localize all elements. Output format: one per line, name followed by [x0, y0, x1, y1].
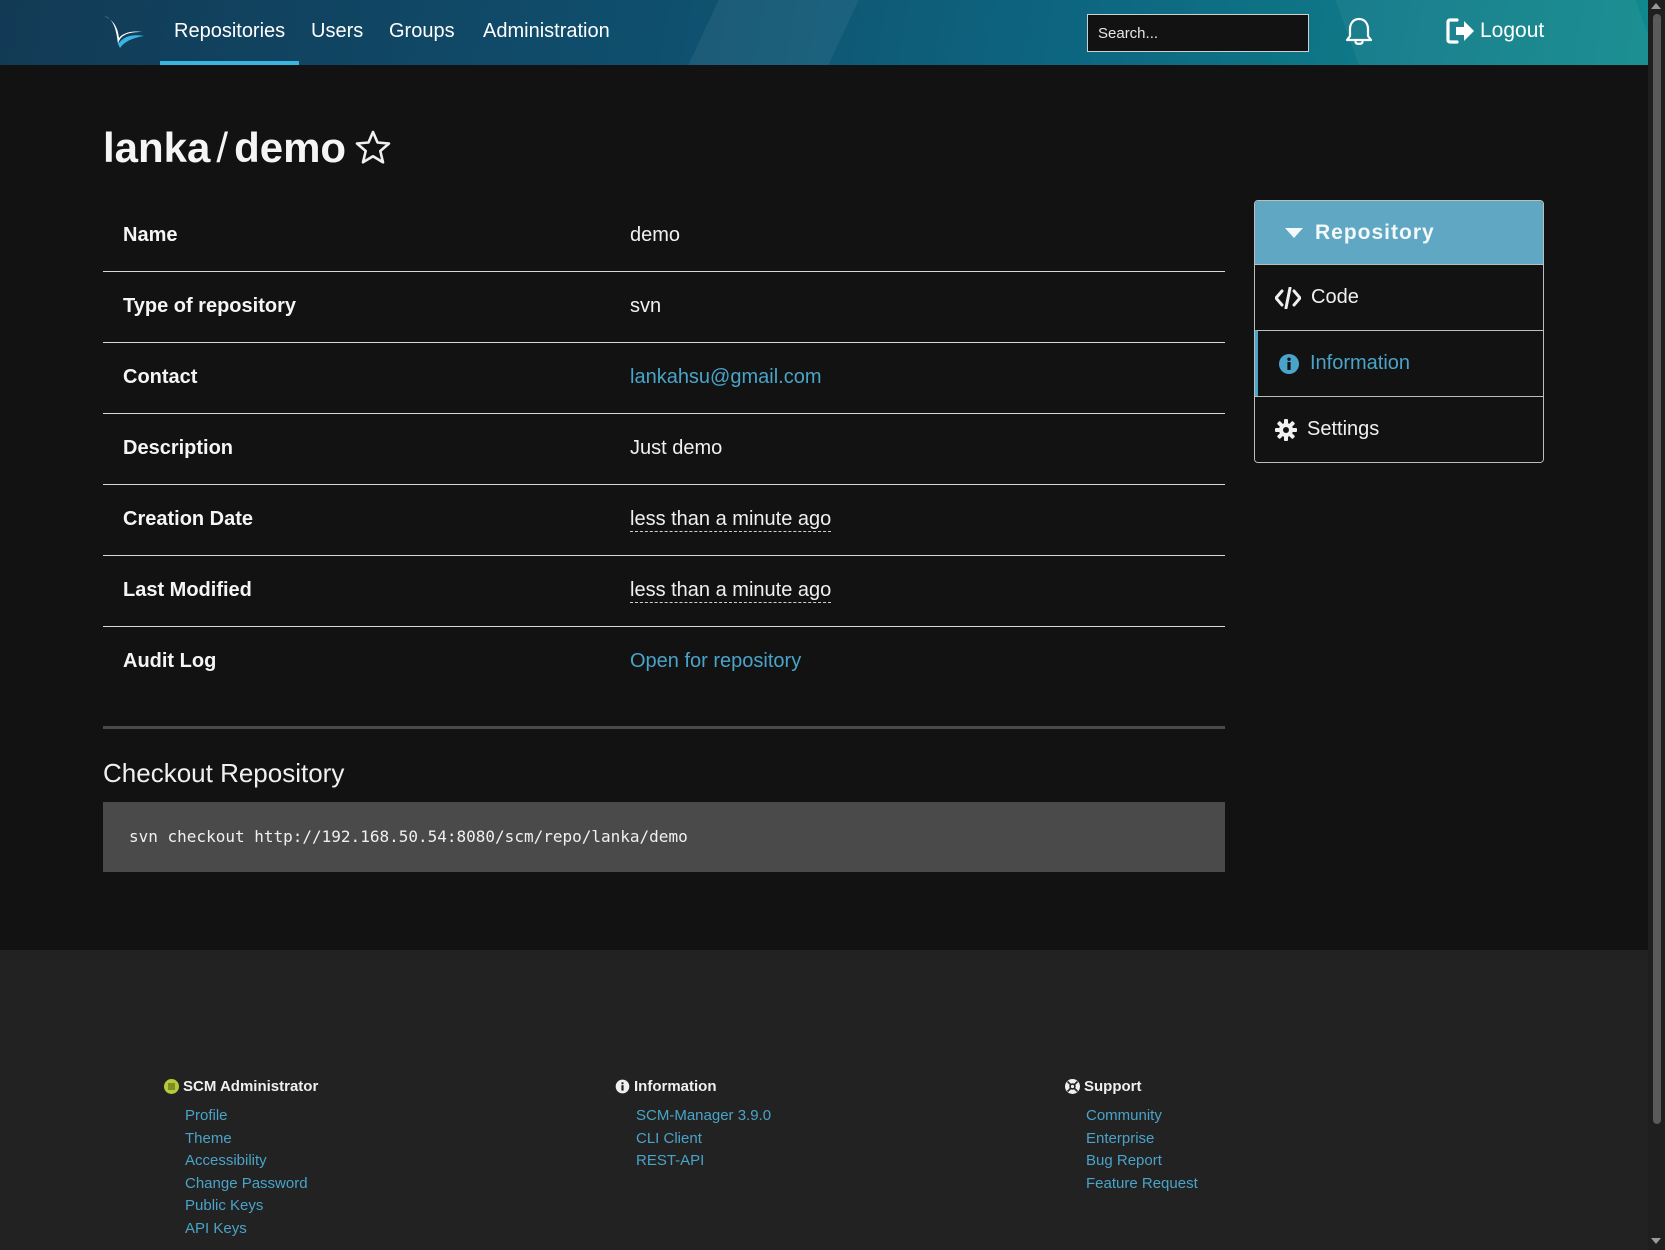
caret-down-icon: [1285, 227, 1303, 238]
contact-email-link[interactable]: lankahsu@gmail.com: [630, 366, 822, 388]
footer-link-community[interactable]: Community: [1086, 1105, 1198, 1128]
checkout-heading: Checkout Repository: [103, 758, 345, 788]
menu-item-label: Code: [1311, 286, 1359, 308]
row-label: Audit Log: [123, 650, 217, 673]
footer-user-column: SCM Administrator Profile Theme Accessib…: [164, 1078, 318, 1240]
footer-link-bug-report[interactable]: Bug Report: [1086, 1150, 1198, 1173]
nav-repositories[interactable]: Repositories: [160, 0, 300, 65]
nav-administration[interactable]: Administration: [469, 0, 624, 65]
footer-link-version[interactable]: SCM-Manager 3.9.0: [636, 1105, 771, 1128]
footer-support-heading: Support: [1065, 1078, 1198, 1095]
footer-link-api-keys[interactable]: API Keys: [185, 1218, 318, 1241]
info-circle-icon: [1279, 353, 1299, 374]
footer-link-change-password[interactable]: Change Password: [185, 1173, 318, 1196]
audit-log-link[interactable]: Open for repository: [630, 650, 801, 672]
footer-link-rest-api[interactable]: REST-API: [636, 1150, 771, 1173]
logout-label: Logout: [1480, 19, 1545, 42]
footer-link-feature-request[interactable]: Feature Request: [1086, 1173, 1198, 1196]
footer-user-links: Profile Theme Accessibility Change Passw…: [164, 1105, 318, 1240]
date-cell: less than a minute ago: [630, 484, 1225, 555]
table-row: Creation Date less than a minute ago: [103, 484, 1225, 555]
row-value: demo: [630, 223, 681, 246]
footer-link-profile[interactable]: Profile: [185, 1105, 318, 1128]
menu-item-settings[interactable]: Settings: [1255, 396, 1543, 462]
repository-info-table: Name demo Type of repository svn Contact…: [103, 200, 1225, 697]
footer-support-title: Support: [1084, 1078, 1142, 1095]
row-label: Description: [123, 437, 234, 459]
footer-support-column: Support Community Enterprise Bug Report …: [1065, 1078, 1198, 1195]
menu-item-label: Information: [1310, 352, 1411, 374]
logout-button[interactable]: Logout: [1446, 18, 1544, 44]
menu-item-information[interactable]: Information: [1255, 330, 1543, 396]
footer-link-theme[interactable]: Theme: [185, 1128, 318, 1151]
menu-item-label: Settings: [1307, 418, 1380, 440]
section-divider: [103, 726, 1225, 729]
repo-namespace: lanka: [103, 124, 211, 171]
footer-information-heading: Information: [615, 1078, 771, 1095]
table-row: Last Modified less than a minute ago: [103, 555, 1225, 626]
footer-link-enterprise[interactable]: Enterprise: [1086, 1128, 1198, 1151]
scroll-up-arrow-icon[interactable]: [1651, 3, 1661, 9]
row-label: Contact: [123, 366, 198, 388]
scm-manager-logo-icon[interactable]: [102, 14, 146, 50]
star-icon[interactable]: [354, 129, 392, 167]
audit-cell: Open for repository: [630, 626, 1225, 697]
row-label: Name: [123, 223, 178, 246]
date-cell: less than a minute ago: [630, 555, 1225, 626]
footer-link-accessibility[interactable]: Accessibility: [185, 1150, 318, 1173]
footer-information-title: Information: [634, 1078, 717, 1095]
footer-user-heading: SCM Administrator: [164, 1078, 318, 1095]
navbar-decoration: [662, 0, 878, 65]
menu-header-repository[interactable]: Repository: [1255, 201, 1543, 264]
search-input[interactable]: [1087, 14, 1309, 52]
scrollbar-thumb[interactable]: [1653, 14, 1661, 1124]
repo-separator: /: [216, 124, 229, 171]
table-row: Audit Log Open for repository: [103, 626, 1225, 697]
notifications-bell-icon[interactable]: [1343, 16, 1375, 48]
info-circle-icon: [615, 1079, 630, 1094]
table-row: Type of repository svn: [103, 271, 1225, 342]
footer-user-title: SCM Administrator: [183, 1078, 319, 1095]
code-icon: [1275, 286, 1301, 309]
page-title: lanka / demo: [103, 124, 392, 172]
footer-link-public-keys[interactable]: Public Keys: [185, 1195, 318, 1218]
footer-information-column: Information SCM-Manager 3.9.0 CLI Client…: [615, 1078, 771, 1173]
menu-item-code[interactable]: Code: [1255, 264, 1543, 330]
last-modified-value[interactable]: less than a minute ago: [630, 579, 832, 603]
menu-header-label: Repository: [1315, 220, 1435, 244]
row-label: Creation Date: [123, 508, 254, 530]
nav-groups[interactable]: Groups: [375, 0, 469, 65]
repository-side-menu: Repository Code Information Settings: [1254, 200, 1544, 463]
gear-icon: [1275, 418, 1297, 441]
table-row: Name demo: [103, 200, 1225, 271]
table-row: Description Just demo: [103, 413, 1225, 484]
contact-cell: lankahsu@gmail.com: [630, 342, 1225, 413]
sign-out-icon: [1446, 18, 1474, 44]
row-label: Last Modified: [123, 579, 252, 601]
row-value: Just demo: [630, 437, 723, 459]
row-value: svn: [630, 295, 662, 317]
top-navbar: Repositories Users Groups Administration…: [0, 0, 1648, 65]
footer-link-cli-client[interactable]: CLI Client: [636, 1128, 771, 1151]
repo-name: demo: [234, 124, 347, 171]
user-avatar-icon: [164, 1079, 179, 1094]
creation-date-value[interactable]: less than a minute ago: [630, 508, 832, 532]
scroll-down-arrow-icon[interactable]: [1651, 1238, 1661, 1244]
checkout-command-box[interactable]: svn checkout http://192.168.50.54:8080/s…: [103, 802, 1225, 872]
footer-information-links: SCM-Manager 3.9.0 CLI Client REST-API: [615, 1105, 771, 1173]
table-row: Contact lankahsu@gmail.com: [103, 342, 1225, 413]
life-ring-icon: [1065, 1079, 1080, 1094]
footer-support-links: Community Enterprise Bug Report Feature …: [1065, 1105, 1198, 1195]
row-label: Type of repository: [123, 295, 296, 317]
nav-users[interactable]: Users: [297, 0, 377, 65]
